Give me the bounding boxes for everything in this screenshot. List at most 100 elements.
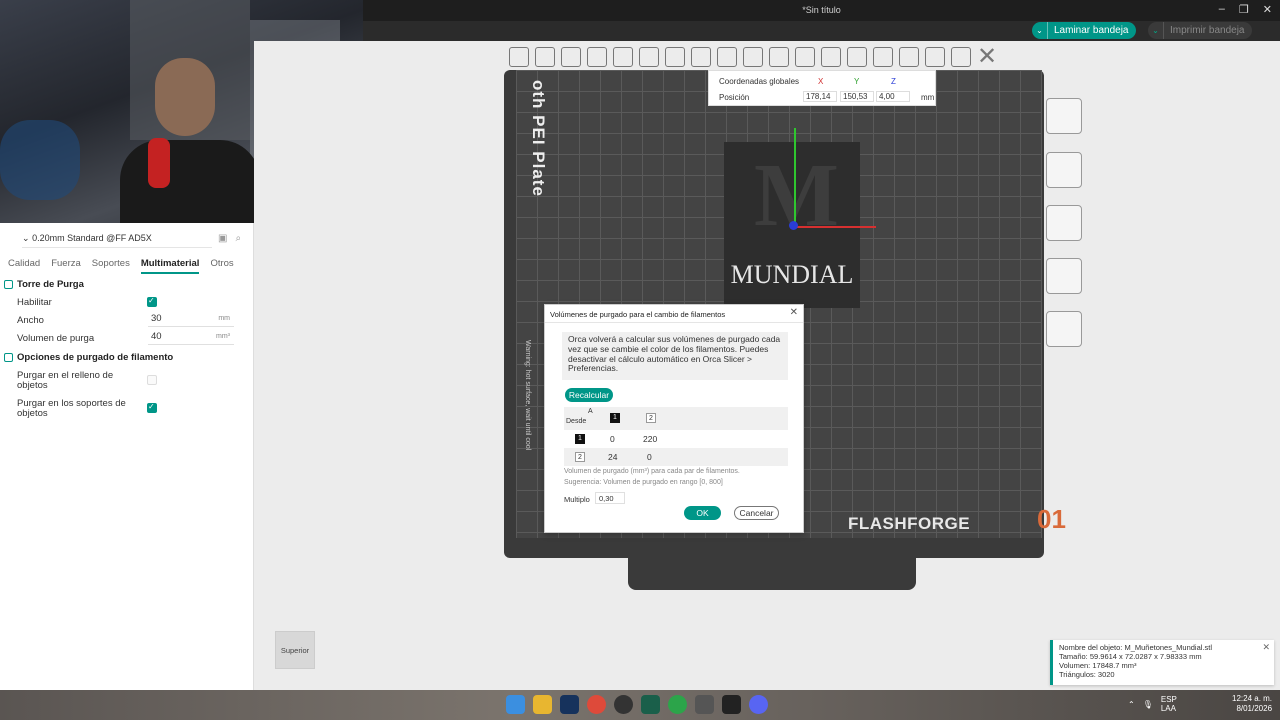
purge-cell[interactable]: 0 (610, 434, 615, 444)
save-icon[interactable]: ▣ (218, 233, 227, 244)
variable-layer-icon[interactable] (951, 47, 971, 67)
dialog-divider (545, 322, 803, 323)
purge-volume-unit: mm³ (216, 333, 230, 340)
z-axis-label: Z (891, 77, 896, 86)
obs-icon[interactable] (614, 695, 633, 714)
support-paint-icon[interactable] (795, 47, 815, 67)
chevron-up-icon[interactable]: ⌃ (1128, 700, 1135, 709)
gizmo-origin[interactable] (789, 221, 798, 230)
viewport-toolbar: ✕ (505, 43, 1060, 71)
slicer-icon[interactable] (695, 695, 714, 714)
width-field[interactable]: 30 mm (148, 313, 234, 327)
text-icon[interactable] (847, 47, 867, 67)
object-info-panel: ✕ Nombre del objeto: M_Muñetones_Mundial… (1050, 640, 1274, 685)
close-icon[interactable]: ✕ (1262, 643, 1270, 652)
window-title: *Sin título (802, 5, 841, 15)
app-icon[interactable] (641, 695, 660, 714)
brand-logo: FLASHFORGE (848, 514, 971, 533)
slice-plate-button[interactable]: ⌄ Laminar bandeja (1032, 22, 1136, 39)
cut-icon[interactable] (769, 47, 789, 67)
tab-otros[interactable]: Otros (210, 258, 244, 274)
file-explorer-icon[interactable] (533, 695, 552, 714)
maximize-icon[interactable]: ❐ (1239, 3, 1249, 16)
multiplier-input[interactable]: 0,30 (595, 492, 625, 504)
dialog-title: Volúmenes de purgado para el cambio de f… (550, 310, 726, 319)
scale-icon[interactable] (717, 47, 737, 67)
purge-infill-checkbox[interactable] (147, 375, 157, 385)
print-plate-button[interactable]: ⌄ Imprimir bandeja (1148, 22, 1252, 39)
chrome-icon[interactable] (587, 695, 606, 714)
plate-settings-icon[interactable] (1046, 258, 1082, 294)
arrange-plate-icon[interactable] (1046, 152, 1082, 188)
rotate-icon[interactable] (691, 47, 711, 67)
filament-icon (4, 353, 13, 362)
x-axis-label: X (818, 77, 824, 86)
assembly-icon[interactable] (899, 47, 919, 67)
whatsapp-icon[interactable] (668, 695, 687, 714)
seam-paint-icon[interactable] (821, 47, 841, 67)
chevron-down-icon[interactable]: ⌄ (1148, 22, 1164, 39)
x-axis-gizmo[interactable] (794, 226, 876, 228)
background-chair (0, 120, 80, 200)
section-title: Opciones de purgado de filamento (17, 352, 174, 363)
purge-cell[interactable]: 24 (608, 452, 617, 462)
search-icon[interactable]: ⌕ (235, 233, 241, 244)
purge-range-hint: Sugerencia: Volumen de purgado en rango … (564, 479, 723, 486)
close-icon[interactable]: ✕ (790, 307, 798, 318)
position-z-field[interactable]: 4,00 (876, 91, 910, 102)
start-icon[interactable] (506, 695, 525, 714)
purge-cell[interactable]: 220 (643, 434, 657, 444)
purge-note: Volumen de purgado (mm³) para cada par d… (564, 468, 740, 475)
lock-icon[interactable] (1046, 205, 1082, 241)
minimize-icon[interactable]: – (1219, 3, 1225, 16)
close-icon[interactable]: ✕ (1263, 3, 1272, 16)
coordinates-panel: Coordenadas globales X Y Z Posición 178,… (708, 70, 936, 106)
lay-on-face-icon[interactable] (743, 47, 763, 67)
clock[interactable]: 12:24 a. m. 8/01/2026 (1232, 694, 1272, 714)
layers-icon[interactable] (639, 47, 659, 67)
measure-icon[interactable] (873, 47, 893, 67)
object-name: Nombre del objeto: M_Muñetones_Mundial.s… (1059, 643, 1212, 652)
boolean-icon[interactable] (925, 47, 945, 67)
orient-icon[interactable] (561, 47, 581, 67)
close-icon[interactable]: ✕ (977, 45, 997, 69)
arrange-icon[interactable] (587, 47, 607, 67)
split-icon[interactable] (613, 47, 633, 67)
microphone-icon[interactable]: 🎙 (1143, 700, 1153, 709)
purge-supports-label: Purgar en los soportes de objetos (17, 398, 126, 419)
enable-row: Habilitar (17, 296, 247, 308)
person-head (155, 58, 215, 136)
auto-orient-icon[interactable] (1046, 98, 1082, 134)
chevron-down-icon[interactable]: ⌄ (1032, 22, 1048, 39)
slice-plate-label: Laminar bandeja (1054, 25, 1129, 36)
purge-supports-checkbox[interactable] (147, 402, 157, 413)
discord-icon[interactable] (749, 695, 768, 714)
language-indicator[interactable]: ESP LAA (1161, 695, 1177, 713)
enable-checkbox[interactable] (147, 296, 157, 307)
purge-volume-field[interactable]: 40 mm³ (148, 331, 234, 345)
photoshop-icon[interactable] (560, 695, 579, 714)
move-up-icon[interactable] (1046, 311, 1082, 347)
section-title: Torre de Purga (17, 279, 84, 290)
purge-volumes-dialog: Volúmenes de purgado para el cambio de f… (544, 304, 804, 533)
y-axis-gizmo[interactable] (794, 128, 796, 224)
position-x-field[interactable]: 178,14 (803, 91, 837, 102)
tab-multimaterial[interactable]: Multimaterial (140, 258, 200, 274)
purge-cell[interactable]: 0 (647, 452, 652, 462)
microphone (148, 138, 170, 188)
process-profile-select[interactable]: ⌄ 0.20mm Standard @FF AD5X (22, 233, 212, 248)
position-y-field[interactable]: 150,53 (840, 91, 874, 102)
recalculate-button[interactable]: Recalcular (565, 388, 613, 402)
settings-tabs: Calidad Fuerza Soportes Multimaterial Ot… (8, 258, 245, 274)
ok-button[interactable]: OK (684, 506, 721, 520)
tab-calidad[interactable]: Calidad (8, 258, 51, 274)
cancel-button[interactable]: Cancelar (734, 506, 779, 520)
grid-icon[interactable] (535, 47, 555, 67)
capcut-icon[interactable] (722, 695, 741, 714)
view-cube[interactable]: Superior (275, 631, 315, 669)
tab-soportes[interactable]: Soportes (92, 258, 141, 274)
position-label: Posición (719, 93, 750, 102)
add-object-icon[interactable] (509, 47, 529, 67)
move-icon[interactable] (665, 47, 685, 67)
tab-fuerza[interactable]: Fuerza (51, 258, 92, 274)
